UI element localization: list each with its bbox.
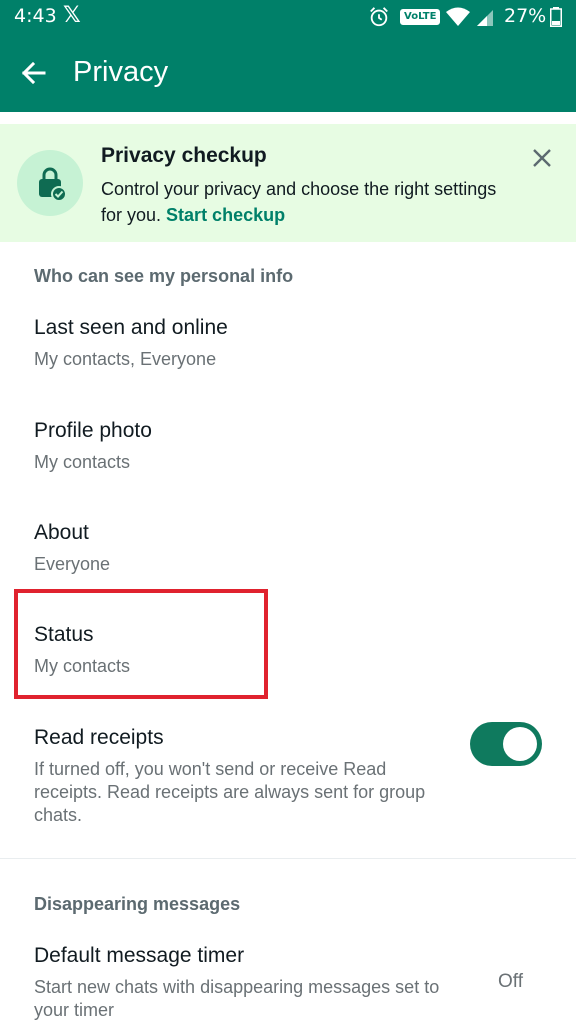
section-divider [0,858,576,859]
alarm-icon [370,7,388,27]
x-app-icon: 𝕏 [63,3,81,28]
lock-check-icon [17,150,83,216]
privacy-checkup-banner[interactable]: Privacy checkup Control your privacy and… [0,124,576,242]
setting-title: Last seen and online [34,316,228,339]
setting-subtitle: If turned off, you won't send or receive… [34,759,426,825]
status-time: 4:43 [14,5,57,27]
setting-subtitle: My contacts, Everyone [34,349,217,369]
status-bar: 4:43 𝕏 VoLTE 27% [0,0,576,34]
setting-title: Read receipts [34,726,164,749]
wifi-icon [446,7,470,26]
setting-subtitle: Start new chats with disappearing messag… [34,977,440,1020]
status-highlight-box [14,589,268,699]
section-header-personal-info: Who can see my personal info [34,266,294,286]
setting-title: About [34,521,89,544]
read-receipts-toggle[interactable] [470,722,542,766]
profile-photo-setting[interactable]: Profile photo My contacts [0,419,576,499]
last-seen-setting[interactable]: Last seen and online My contacts, Everyo… [0,316,576,396]
close-icon[interactable] [530,146,554,170]
setting-title: Profile photo [34,419,152,442]
battery-percent: 27% [504,5,547,27]
page-title: Privacy [73,56,169,88]
checkup-description-text: Control your privacy and choose the righ… [101,179,497,225]
setting-subtitle: My contacts [34,452,131,472]
app-bar: Privacy [0,34,576,112]
volte-badge: VoLTE [400,9,441,25]
checkup-title: Privacy checkup [101,144,267,167]
signal-icon [477,10,493,26]
setting-title: Default message timer [34,944,245,967]
section-header-disappearing: Disappearing messages [34,894,241,914]
battery-icon [550,7,562,27]
toggle-knob [503,727,537,761]
setting-subtitle: Everyone [34,554,111,574]
timer-value: Off [498,971,523,992]
default-message-timer-setting[interactable]: Default message timer Start new chats wi… [0,944,576,1024]
checkup-description: Control your privacy and choose the righ… [101,176,511,228]
back-arrow-icon[interactable] [14,53,54,93]
start-checkup-link[interactable]: Start checkup [166,205,285,225]
